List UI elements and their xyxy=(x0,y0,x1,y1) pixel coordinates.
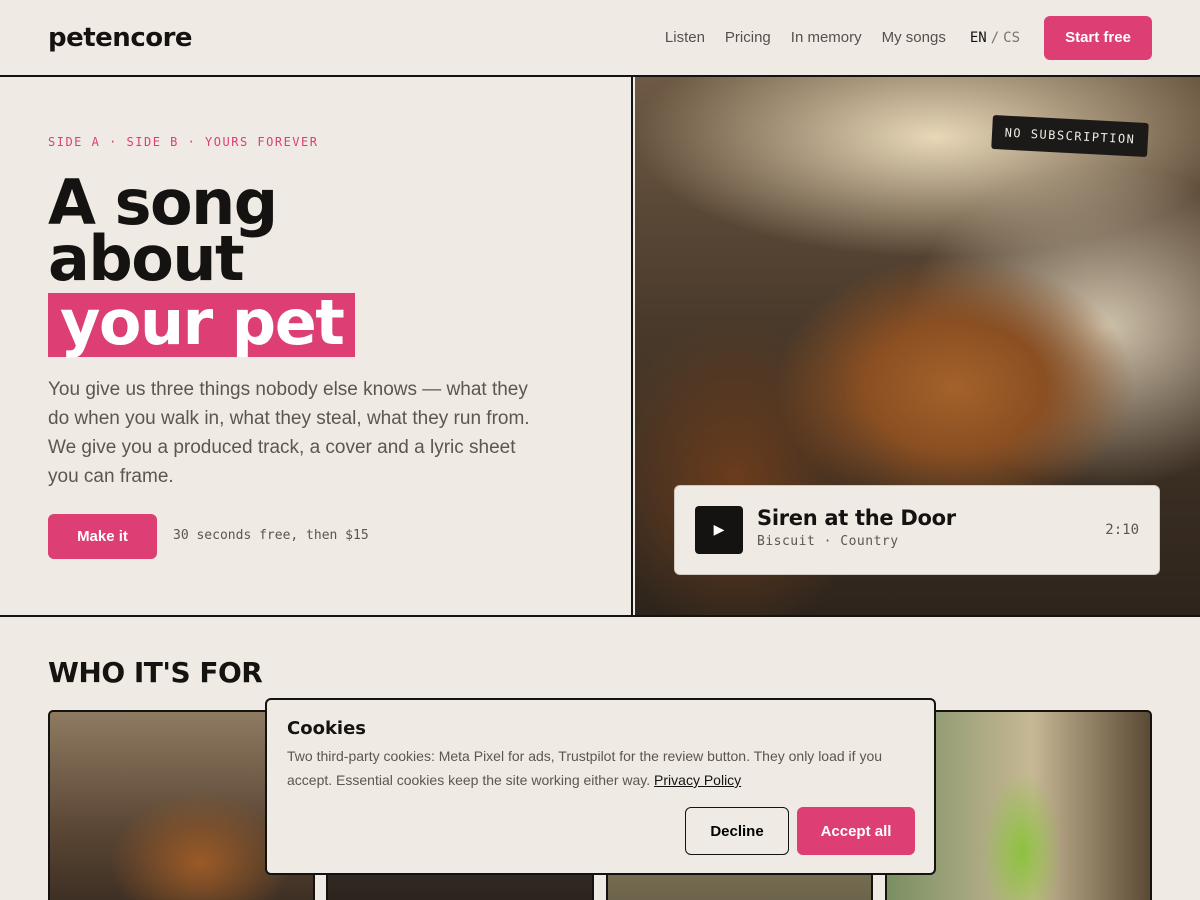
hero-title-line-2: about xyxy=(48,222,245,295)
hero-description: You give us three things nobody else kno… xyxy=(48,379,530,487)
who-its-for-title: WHO IT'S FOR xyxy=(48,656,263,689)
play-icon: ▶ xyxy=(713,522,725,538)
track-title: Siren at the Door xyxy=(757,506,956,530)
lang-cs-option[interactable]: CS xyxy=(1003,30,1020,46)
hero-eyebrow: SIDE A · SIDE B · YOURS FOREVER xyxy=(48,135,319,149)
play-button[interactable]: ▶ xyxy=(695,506,743,554)
hero-image-panel: NO SUBSCRIPTION ▶ Siren at the Door Bisc… xyxy=(635,77,1200,616)
hero-title: A song about your pet xyxy=(48,172,356,357)
cookie-description: Two third-party cookies: Meta Pixel for … xyxy=(287,748,883,788)
nav-pricing-link[interactable]: Pricing xyxy=(725,29,771,46)
decline-cookies-button[interactable]: Decline xyxy=(685,807,789,855)
cookie-banner-text: Two third-party cookies: Meta Pixel for … xyxy=(287,744,917,792)
top-nav-bar: petencore Listen Pricing In memory My so… xyxy=(0,0,1200,77)
track-duration: 2:10 xyxy=(1105,522,1139,538)
start-free-button[interactable]: Start free xyxy=(1044,15,1152,60)
nav-my-songs-link[interactable]: My songs xyxy=(882,29,946,46)
cookie-banner: Cookies Two third-party cookies: Meta Pi… xyxy=(265,698,936,875)
site-logo[interactable]: petencore xyxy=(48,23,193,53)
hero-text-panel: SIDE A · SIDE B · YOURS FOREVER A song a… xyxy=(0,77,633,616)
pricing-hint: 30 seconds free, then $15 xyxy=(173,528,369,543)
accept-all-cookies-button[interactable]: Accept all xyxy=(797,807,915,855)
main-nav: Listen Pricing In memory My songs EN / CS … xyxy=(645,15,1152,60)
lang-en-option[interactable]: EN xyxy=(970,30,987,46)
privacy-policy-link[interactable]: Privacy Policy xyxy=(654,772,741,788)
make-it-button[interactable]: Make it xyxy=(48,514,157,559)
cookie-banner-title: Cookies xyxy=(287,718,367,739)
nav-listen-link[interactable]: Listen xyxy=(665,29,705,46)
song-player-card: ▶ Siren at the Door Biscuit · Country 2:… xyxy=(674,485,1160,575)
language-switcher: EN / CS xyxy=(970,30,1020,46)
lang-separator: / xyxy=(990,29,1000,46)
hero-title-highlight: your pet xyxy=(48,292,356,357)
track-meta: Biscuit · Country xyxy=(757,534,899,549)
nav-in-memory-link[interactable]: In memory xyxy=(791,29,862,46)
section-divider xyxy=(0,615,1200,617)
